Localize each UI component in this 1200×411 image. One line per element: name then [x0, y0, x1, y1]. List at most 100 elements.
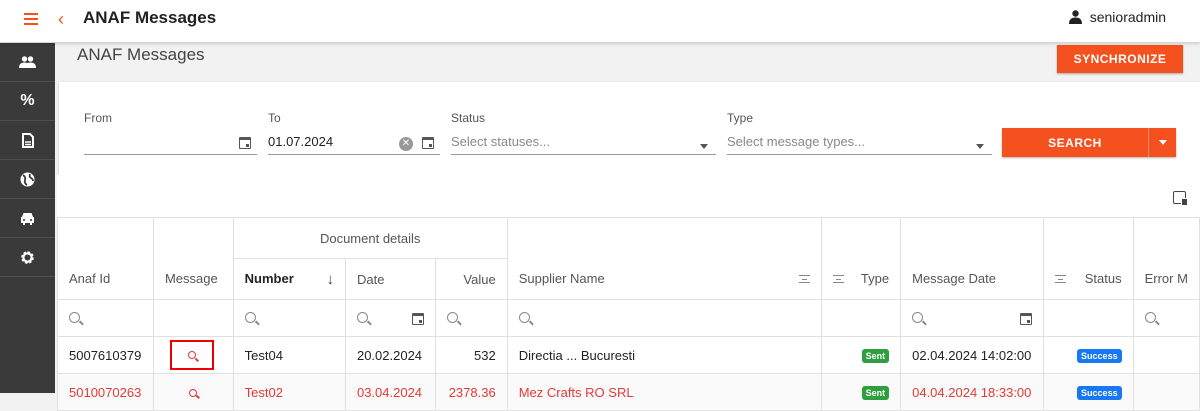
- type-cell: Sent: [820, 373, 902, 411]
- col-type[interactable]: Type: [820, 217, 902, 300]
- date-cell: 20.02.2024: [344, 336, 436, 374]
- value-cell: 2378.36: [434, 373, 508, 411]
- type-badge: Sent: [861, 349, 890, 363]
- sidebar: %: [0, 43, 55, 393]
- col-anaf-id[interactable]: Anaf Id: [57, 217, 154, 300]
- filter-icon[interactable]: [798, 275, 810, 283]
- filter-cell[interactable]: [57, 299, 154, 337]
- filter-cell: [1043, 299, 1134, 337]
- messages-table: Anaf Id Message Document details Supplie…: [57, 217, 1200, 411]
- sidebar-item-documents[interactable]: [0, 121, 55, 160]
- search-button[interactable]: SEARCH: [1002, 128, 1176, 157]
- filter-cell[interactable]: [232, 299, 346, 337]
- sidebar-item-percent[interactable]: %: [0, 82, 55, 121]
- filter-icon[interactable]: [1055, 275, 1067, 283]
- search-icon: [69, 311, 80, 323]
- supplier-cell: Directia ... Bucuresti: [506, 336, 822, 374]
- error-cell: [1132, 373, 1200, 411]
- person-icon: [1068, 10, 1082, 24]
- anaf-id-cell: 5010070263: [57, 373, 154, 411]
- col-group-document-details: Document details: [232, 217, 508, 259]
- type-select[interactable]: Select message types...: [727, 129, 992, 155]
- col-supplier-label: Supplier Name: [518, 271, 605, 286]
- error-cell: [1132, 336, 1200, 374]
- filter-cell[interactable]: [900, 299, 1045, 337]
- clear-icon[interactable]: ✕: [399, 137, 413, 151]
- from-date-field[interactable]: [84, 129, 257, 155]
- document-icon: [21, 132, 34, 148]
- calendar-icon[interactable]: [239, 137, 251, 152]
- col-supplier[interactable]: Supplier Name: [506, 217, 822, 300]
- messages-grid: Anaf Id Message Document details Supplie…: [57, 175, 1200, 411]
- from-label: From: [84, 111, 112, 125]
- table-row[interactable]: 5010070263 Test02 03.04.2024 2378.36 Mez…: [57, 373, 1200, 411]
- date-cell: 03.04.2024: [344, 373, 436, 411]
- main-content: ANAF Messages SYNCHRONIZE From To 01.07.…: [55, 43, 1200, 411]
- filter-cell: [152, 299, 234, 337]
- type-placeholder: Select message types...: [727, 134, 866, 149]
- col-error[interactable]: Error M: [1132, 217, 1200, 300]
- message-date-cell: 04.04.2024 18:33:00: [900, 373, 1045, 411]
- search-icon: [356, 311, 368, 323]
- car-icon: [21, 212, 34, 225]
- col-message-date[interactable]: Message Date: [900, 217, 1045, 300]
- search-icon: [244, 311, 256, 323]
- sidebar-item-users[interactable]: [0, 43, 55, 82]
- globe-icon: [20, 172, 35, 186]
- to-date-value: 01.07.2024: [268, 134, 334, 149]
- status-placeholder: Select statuses...: [451, 134, 550, 149]
- sidebar-item-car[interactable]: [0, 199, 55, 238]
- filter-cell[interactable]: [1132, 299, 1200, 337]
- col-message[interactable]: Message: [152, 217, 234, 300]
- value-cell: 532: [434, 336, 508, 374]
- table-row[interactable]: 5007610379 Test04 20.02.2024 532 Directi…: [57, 336, 1200, 374]
- user-menu[interactable]: senioradmin: [1068, 9, 1166, 25]
- col-status-label: Status: [1084, 271, 1122, 286]
- page-title: ANAF Messages: [77, 45, 205, 64]
- calendar-icon[interactable]: [1020, 312, 1033, 325]
- col-number[interactable]: Number ↓: [232, 258, 346, 300]
- type-label: Type: [727, 111, 754, 125]
- sort-down-icon[interactable]: ↓: [326, 271, 334, 288]
- menu-icon[interactable]: [24, 13, 38, 25]
- calendar-icon[interactable]: [411, 312, 424, 325]
- filter-cell[interactable]: [434, 299, 508, 337]
- search-icon: [518, 311, 530, 323]
- col-status[interactable]: Status: [1043, 217, 1134, 300]
- type-badge: Sent: [861, 386, 890, 400]
- chevron-down-icon[interactable]: [700, 144, 708, 149]
- to-date-field[interactable]: 01.07.2024: [268, 129, 440, 155]
- status-badge: Success: [1077, 386, 1122, 400]
- col-number-label: Number: [244, 270, 294, 286]
- app-title: ANAF Messages: [83, 8, 217, 27]
- number-cell: Test02: [232, 373, 346, 411]
- filter-row: [57, 299, 1200, 337]
- filter-cell[interactable]: [344, 299, 436, 337]
- search-dropdown[interactable]: [1148, 128, 1176, 157]
- to-label: To: [268, 111, 281, 125]
- filter-panel: From To 01.07.2024 ✕ Status Select statu…: [59, 82, 1200, 175]
- col-type-label: Type: [860, 271, 890, 286]
- col-value[interactable]: Value: [434, 258, 508, 300]
- col-date[interactable]: Date: [344, 258, 436, 300]
- search-icon: [446, 311, 458, 323]
- percent-icon: %: [20, 92, 35, 109]
- back-chevron-icon[interactable]: ‹: [58, 9, 64, 30]
- sidebar-item-globe[interactable]: [0, 160, 55, 199]
- column-chooser-icon[interactable]: [1173, 191, 1188, 206]
- gear-icon: [21, 250, 34, 264]
- chevron-down-icon: [1159, 140, 1167, 145]
- status-badge: Success: [1077, 349, 1122, 363]
- search-icon: [1144, 311, 1156, 323]
- status-select[interactable]: Select statuses...: [451, 129, 716, 155]
- sidebar-item-settings[interactable]: [0, 238, 55, 277]
- search-icon: [187, 351, 196, 359]
- synchronize-button[interactable]: SYNCHRONIZE: [1057, 45, 1183, 73]
- filter-icon[interactable]: [832, 275, 844, 283]
- chevron-down-icon[interactable]: [976, 144, 984, 149]
- status-cell: Success: [1043, 373, 1134, 411]
- filter-cell[interactable]: [506, 299, 822, 337]
- view-message-button[interactable]: [169, 340, 214, 370]
- status-cell: Success: [1043, 336, 1134, 374]
- calendar-icon[interactable]: [422, 137, 434, 152]
